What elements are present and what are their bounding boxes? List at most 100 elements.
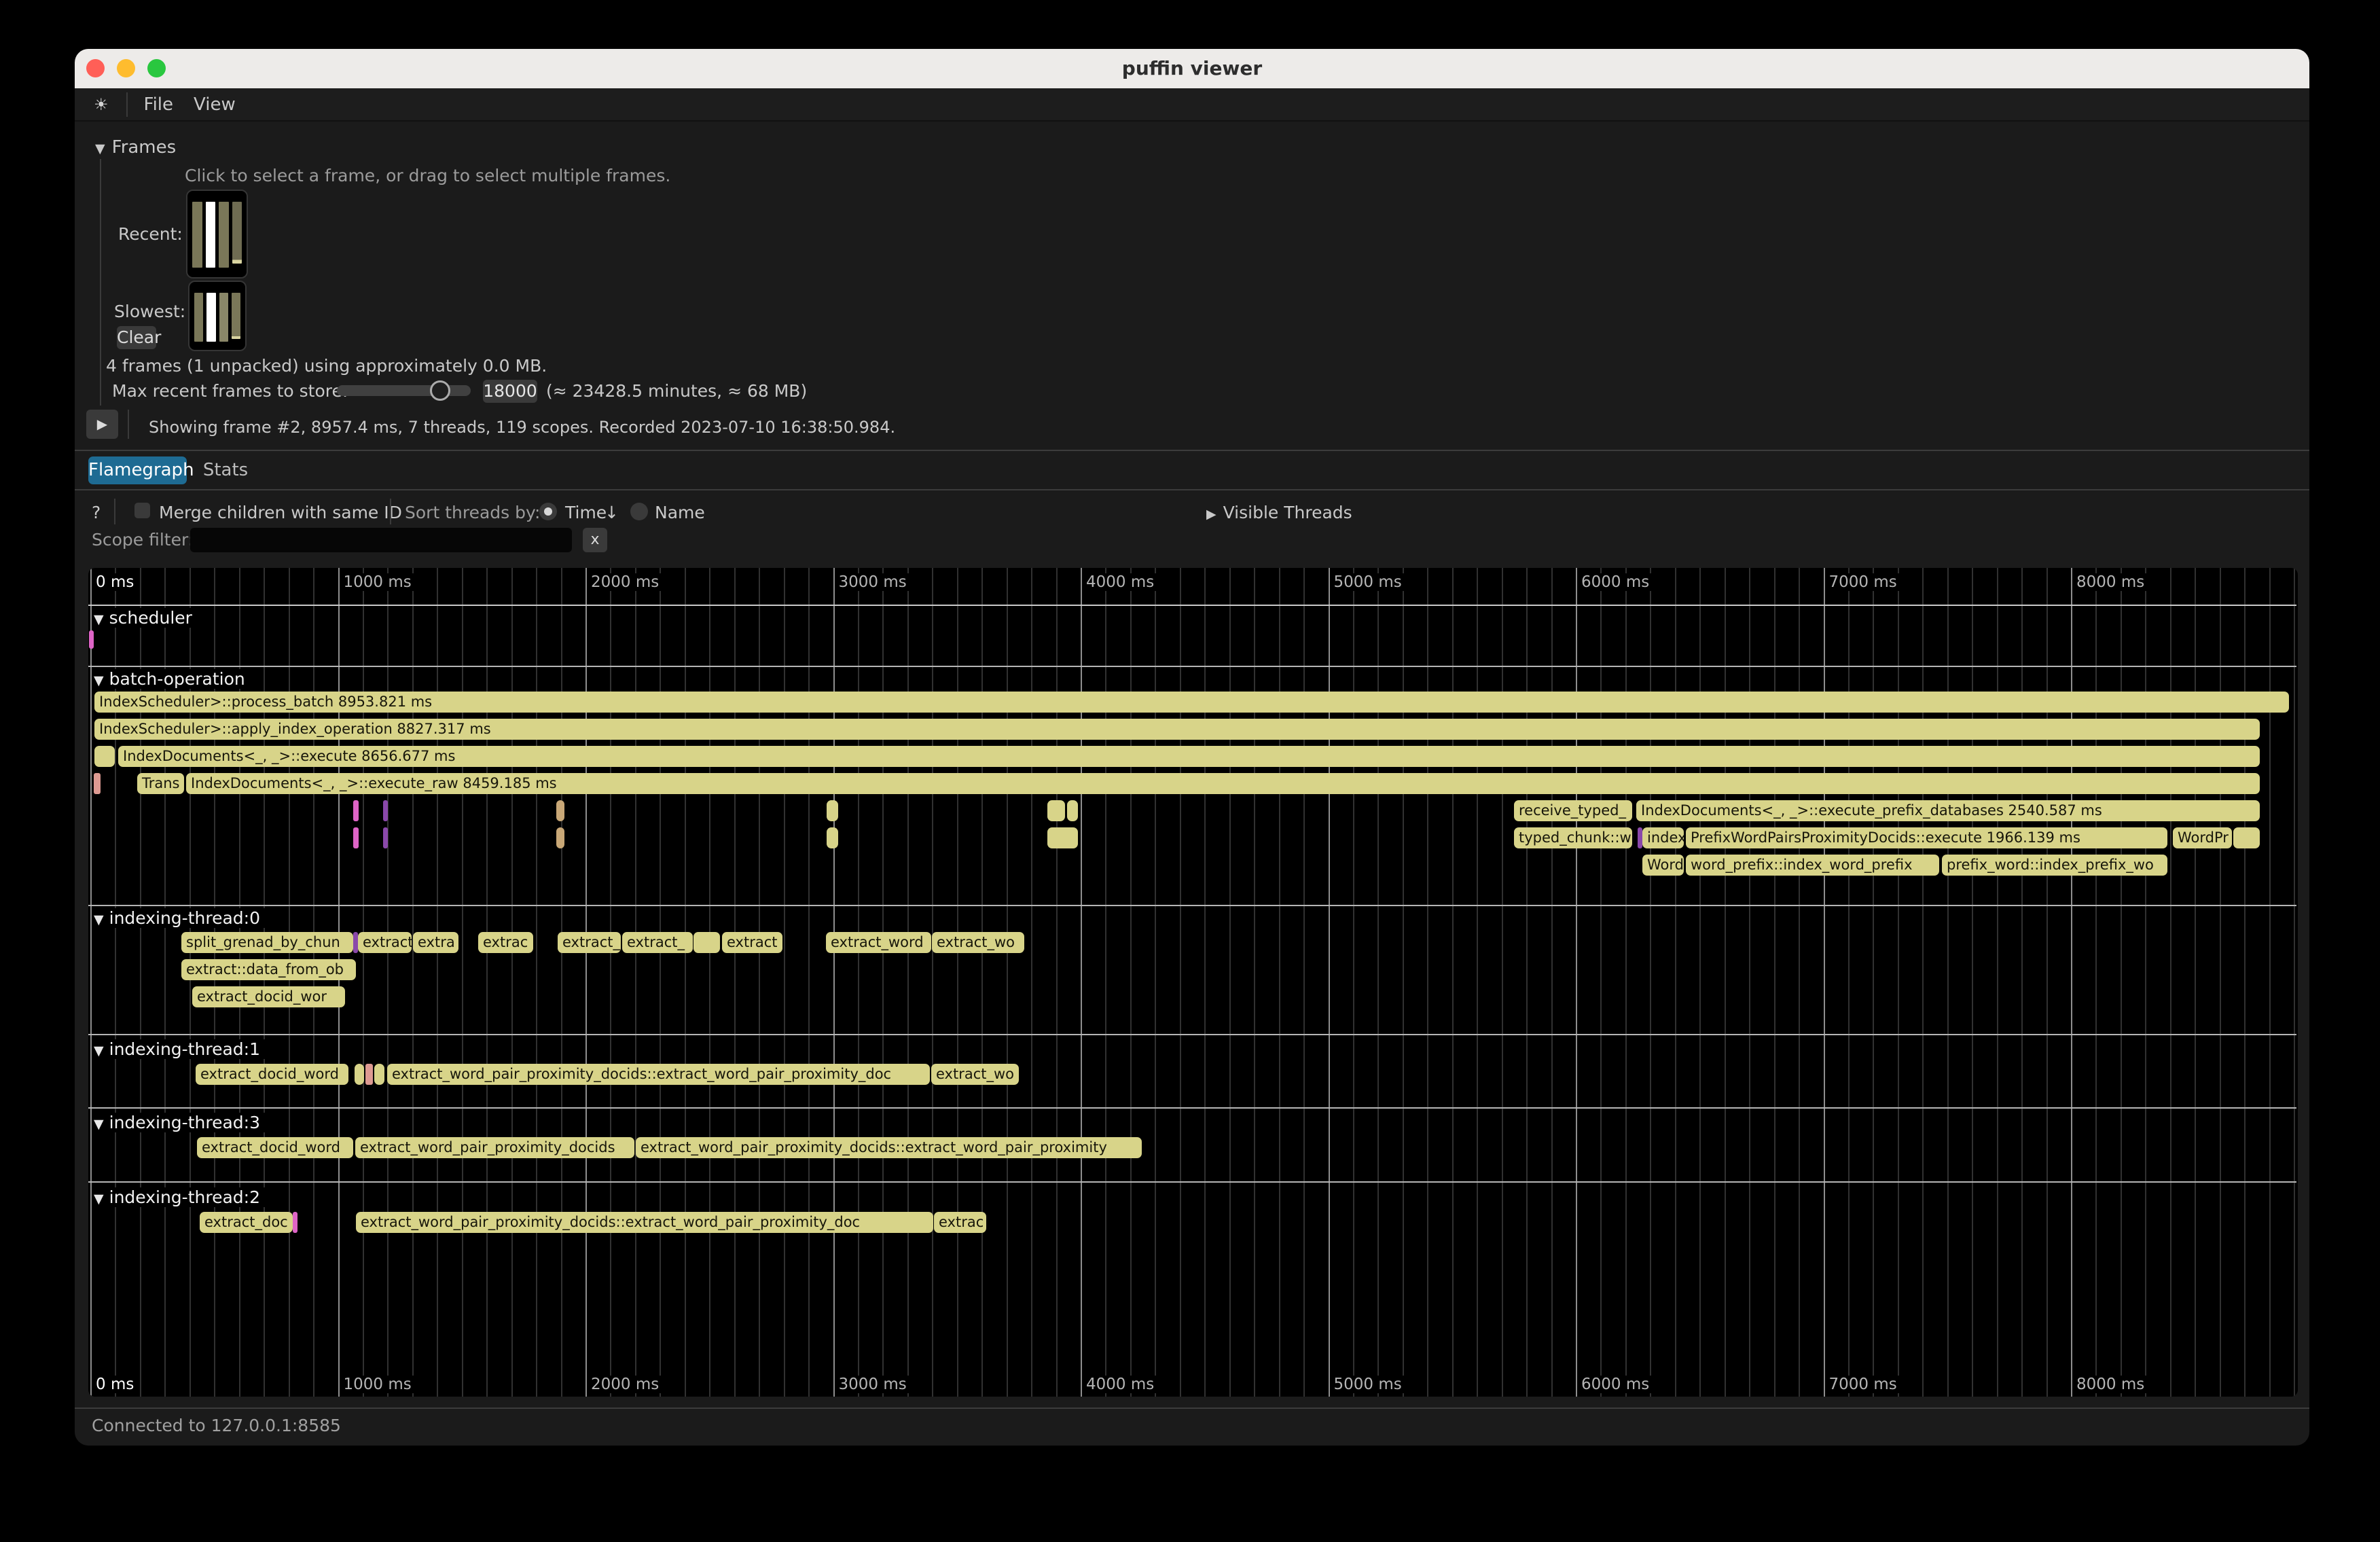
- scope-bar[interactable]: prefix_word::index_prefix_wo: [1942, 855, 2167, 876]
- scope-bar[interactable]: extract_docid_wor: [192, 986, 345, 1007]
- scope-bar[interactable]: [1638, 827, 1642, 848]
- thread-label-indexing-thread:3[interactable]: ▼indexing-thread:3: [94, 1113, 266, 1132]
- scope-bar[interactable]: [355, 1064, 364, 1085]
- scope-bar[interactable]: IndexScheduler>::process_batch 8953.821 …: [94, 692, 2289, 713]
- scope-bar[interactable]: extract_word_pair_proximity_docids: [355, 1137, 634, 1158]
- scope-bar[interactable]: [556, 827, 564, 848]
- scope-bar[interactable]: [1067, 800, 1078, 821]
- frame-preview-bar[interactable]: [206, 202, 216, 268]
- frame-preview-bar[interactable]: [219, 293, 228, 342]
- scope-bar[interactable]: [1047, 800, 1065, 821]
- help-button[interactable]: ?: [92, 503, 101, 522]
- scope-bar[interactable]: extract_: [622, 932, 693, 953]
- thread-label-batch-operation[interactable]: ▼batch-operation: [94, 669, 251, 689]
- tab-flamegraph[interactable]: Flamegraph: [88, 456, 187, 484]
- frame-preview-bar[interactable]: [232, 293, 240, 339]
- thread-label-scheduler[interactable]: ▼scheduler: [94, 608, 198, 628]
- scope-bar[interactable]: receive_typed_: [1514, 800, 1632, 821]
- scope-bar[interactable]: extract_wo: [931, 1064, 1019, 1085]
- scope-bar[interactable]: WordPr: [2173, 827, 2232, 848]
- sort-time-radio[interactable]: [539, 503, 557, 520]
- scope-bar[interactable]: [94, 746, 115, 767]
- thread-label-indexing-thread:0[interactable]: ▼indexing-thread:0: [94, 908, 266, 928]
- sort-direction-arrow-icon[interactable]: ↓: [605, 503, 619, 522]
- scope-bar[interactable]: extract_word_pair_proximity_docids::extr…: [387, 1064, 930, 1085]
- scope-bar[interactable]: extract::data_from_ob: [181, 959, 356, 980]
- frame-preview-bar[interactable]: [194, 293, 203, 342]
- scope-bar[interactable]: extract: [358, 932, 412, 953]
- scope-bar[interactable]: extrac: [934, 1212, 986, 1233]
- tab-stats[interactable]: Stats: [198, 456, 253, 484]
- timeline-header-line: [88, 605, 2296, 606]
- scope-bar[interactable]: [827, 800, 838, 821]
- scope-bar[interactable]: extract_word_pair_proximity_docids::extr…: [636, 1137, 1142, 1158]
- scope-filter-input[interactable]: [190, 528, 572, 552]
- frame-preview-bar[interactable]: [219, 202, 229, 268]
- scope-bar[interactable]: index: [1642, 827, 1684, 848]
- scope-bar[interactable]: [374, 1064, 384, 1085]
- theme-toggle-sun-icon[interactable]: ☀: [94, 95, 109, 114]
- scope-bar[interactable]: extract: [722, 932, 782, 953]
- flamegraph-canvas[interactable]: 0 ms1000 ms2000 ms3000 ms4000 ms5000 ms6…: [88, 568, 2298, 1397]
- scope-bar[interactable]: extract_doc: [200, 1212, 293, 1233]
- max-frames-slider-knob[interactable]: [430, 380, 450, 401]
- scope-bar[interactable]: PrefixWordPairsProximityDocids::execute …: [1686, 827, 2167, 848]
- scope-bar[interactable]: word_prefix::index_word_prefix: [1686, 855, 1939, 876]
- frame-preview-bar[interactable]: [232, 202, 242, 264]
- clear-filter-button[interactable]: x: [583, 528, 607, 552]
- visible-threads-header[interactable]: ▶Visible Threads: [1206, 503, 1352, 522]
- scope-bar[interactable]: [89, 630, 94, 649]
- max-frames-slider[interactable]: [337, 385, 471, 396]
- scope-bar[interactable]: IndexDocuments<_, _>::execute 8656.677 m…: [118, 746, 2260, 767]
- scope-bar[interactable]: extract_: [558, 932, 621, 953]
- frame-preview-bar[interactable]: [206, 293, 215, 342]
- frames-header[interactable]: ▼Frames: [95, 137, 176, 158]
- menu-view[interactable]: View: [194, 94, 236, 115]
- scope-bar[interactable]: IndexDocuments<_, _>::execute_raw 8459.1…: [186, 773, 2260, 794]
- scope-bar[interactable]: [1047, 827, 1078, 848]
- merge-children-checkbox[interactable]: [134, 503, 150, 518]
- collapse-down-icon: ▼: [95, 141, 105, 156]
- scope-bar[interactable]: extra: [413, 932, 458, 953]
- sort-name-label[interactable]: Name: [655, 503, 705, 522]
- scope-bar[interactable]: IndexDocuments<_, _>::execute_prefix_dat…: [1636, 800, 2260, 821]
- frames-stats-line: 4 frames (1 unpacked) using approximatel…: [106, 356, 547, 376]
- scope-bar[interactable]: [827, 827, 838, 848]
- scope-bar[interactable]: Word: [1642, 855, 1684, 876]
- sort-time-label[interactable]: Time: [565, 503, 607, 522]
- scope-bar[interactable]: [383, 800, 388, 821]
- scope-bar[interactable]: typed_chunk::w: [1514, 827, 1632, 848]
- recent-frames-thumbnail[interactable]: [186, 190, 248, 279]
- thread-label-indexing-thread:2[interactable]: ▼indexing-thread:2: [94, 1187, 266, 1207]
- scope-bar[interactable]: extract_docid_word: [197, 1137, 353, 1158]
- scope-bar[interactable]: [383, 827, 388, 848]
- frame-preview-bar[interactable]: [192, 202, 202, 268]
- timeline-tick: 7000 ms: [1825, 1376, 1901, 1393]
- scope-bar[interactable]: extract_word_pair_proximity_docids::extr…: [356, 1212, 933, 1233]
- scope-bar[interactable]: IndexScheduler>::apply_index_operation 8…: [94, 719, 2260, 740]
- scope-bar[interactable]: [353, 827, 359, 848]
- scope-bar[interactable]: [353, 932, 358, 953]
- scope-bar[interactable]: [293, 1212, 298, 1233]
- scope-bar[interactable]: extrac: [478, 932, 533, 953]
- scope-bar[interactable]: [353, 800, 359, 821]
- scope-bar[interactable]: [556, 800, 564, 821]
- play-button[interactable]: ▶: [86, 410, 118, 439]
- slowest-frames-thumbnail[interactable]: [188, 281, 247, 351]
- max-frames-value[interactable]: 18000: [483, 380, 537, 403]
- scope-bar[interactable]: Trans: [137, 773, 184, 794]
- thread-label-indexing-thread:1[interactable]: ▼indexing-thread:1: [94, 1039, 266, 1059]
- clear-button[interactable]: Clear: [117, 326, 156, 349]
- menu-file[interactable]: File: [144, 94, 174, 115]
- scope-bar[interactable]: [365, 1064, 373, 1085]
- connection-status: Connected to 127.0.0.1:8585: [92, 1416, 341, 1435]
- scope-bar[interactable]: [693, 932, 720, 953]
- sort-name-radio[interactable]: [630, 503, 648, 520]
- scope-bar[interactable]: extract_word: [826, 932, 931, 953]
- merge-children-label[interactable]: Merge children with same ID: [159, 503, 402, 522]
- scope-bar[interactable]: extract_docid_word: [196, 1064, 348, 1085]
- scope-bar[interactable]: [2233, 827, 2260, 848]
- scope-bar[interactable]: extract_wo: [932, 932, 1024, 953]
- scope-bar[interactable]: [94, 773, 101, 794]
- scope-bar[interactable]: split_grenad_by_chun: [181, 932, 353, 953]
